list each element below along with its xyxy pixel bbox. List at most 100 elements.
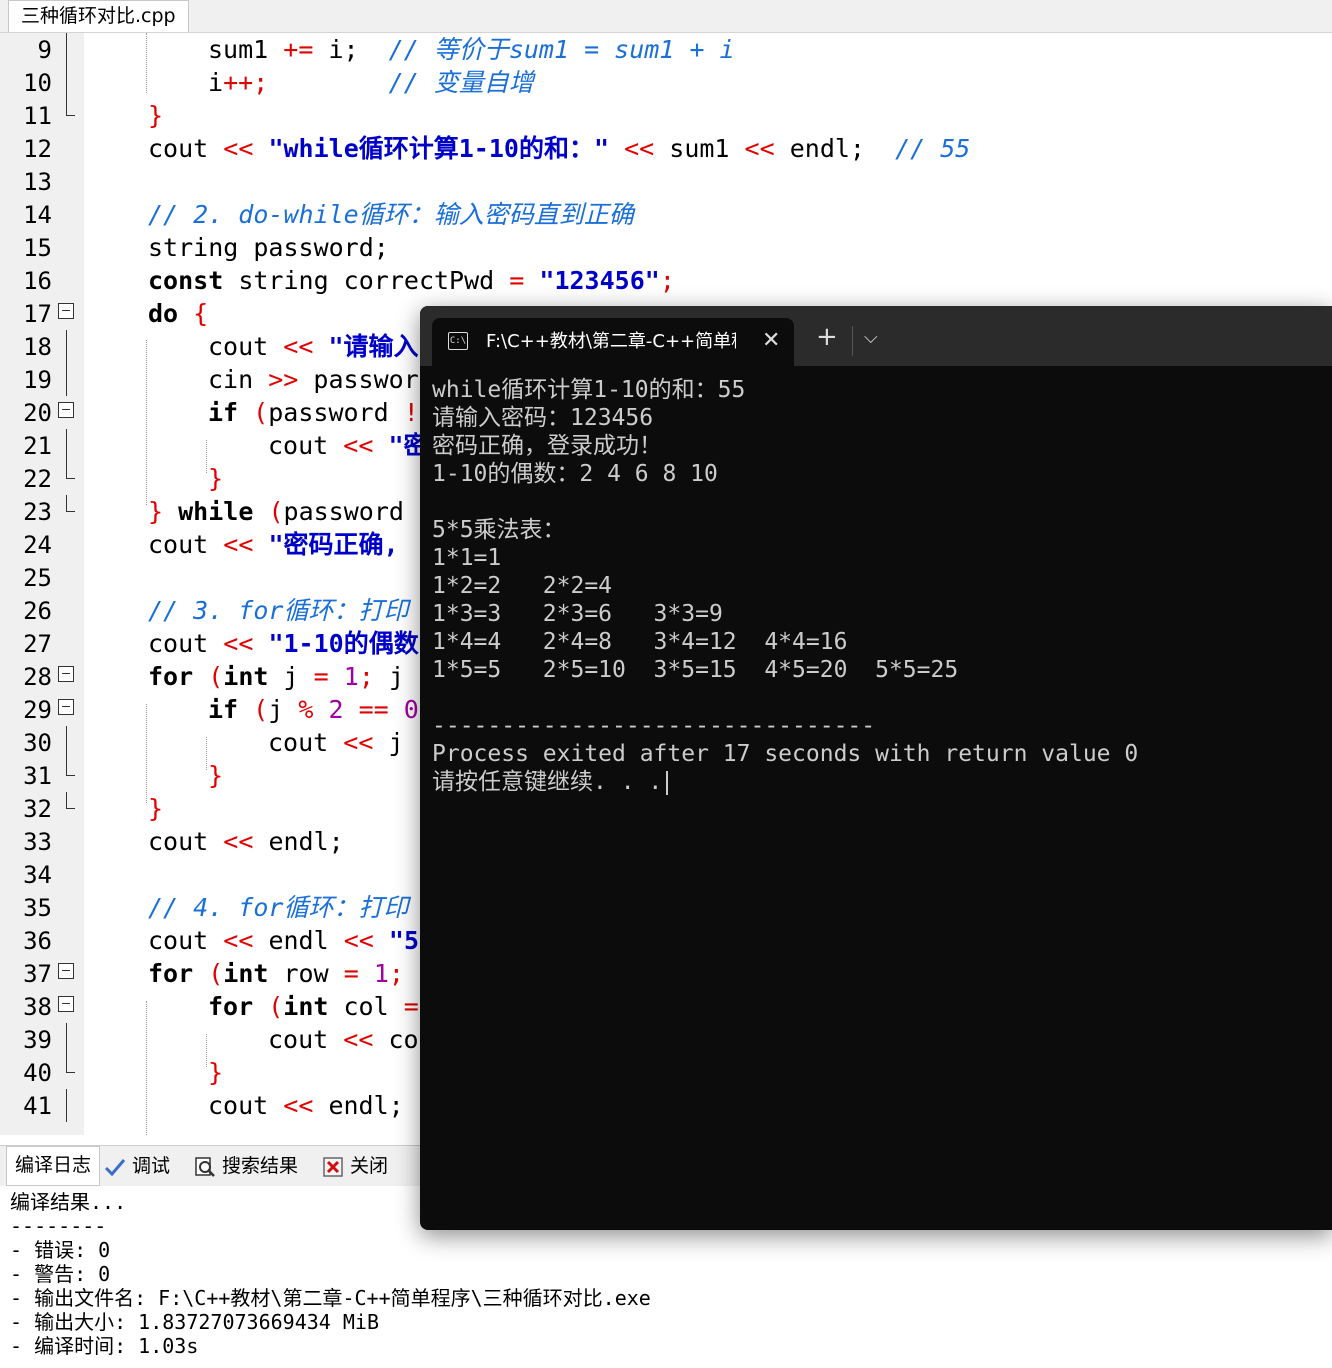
new-tab-icon[interactable]: +: [816, 324, 838, 350]
line-number: 11: [23, 102, 52, 130]
line-number: 39: [23, 1026, 52, 1054]
fold-end-marker: [66, 1056, 75, 1073]
output-line: 1*5=5 2*5=10 3*5=15 4*5=20 5*5=25: [432, 657, 959, 683]
fold-end-marker: [66, 759, 75, 776]
fold-toggle[interactable]: [58, 990, 76, 1023]
line-number: 10: [23, 69, 52, 97]
line-number: 17: [23, 300, 52, 328]
code-line-14: 14 // 2. do-while循环：输入密码直到正确: [0, 198, 1332, 231]
line-number: 25: [23, 564, 52, 592]
line-number: 33: [23, 828, 52, 856]
code-line-13: 13: [0, 165, 1332, 198]
fold-toggle[interactable]: [58, 660, 76, 693]
line-number: 18: [23, 333, 52, 361]
log-line: - 警告: 0: [10, 1262, 111, 1286]
fold-toggle[interactable]: [58, 693, 76, 726]
fold-guide: [66, 33, 67, 66]
line-number: 14: [23, 201, 52, 229]
terminal-tab[interactable]: C:\ F:\C++教材\第二章-C++简单程 ✕: [432, 318, 794, 366]
fold-guide: [66, 363, 67, 396]
fold-guide: [66, 429, 67, 462]
bottom-panel-tabs: 编译日志 调试 搜索结果 关闭: [0, 1145, 420, 1186]
fold-toggle[interactable]: [58, 297, 76, 330]
code-line-16: 16 const string correctPwd = "123456";: [0, 264, 1332, 297]
line-number: 9: [37, 36, 52, 64]
editor-tab-strip: 三种循环对比.cpp: [0, 0, 1332, 33]
log-line: - 编译时间: 1.03s: [10, 1334, 199, 1358]
output-line: Process exited after 17 seconds with ret…: [432, 741, 1139, 767]
fold-guide: [66, 66, 67, 99]
line-number: 29: [23, 696, 52, 724]
terminal-window[interactable]: C:\ F:\C++教材\第二章-C++简单程 ✕ + ⌵ while循环计算1…: [420, 306, 1332, 1230]
line-number: 38: [23, 993, 52, 1021]
line-number: 32: [23, 795, 52, 823]
tab-separator: [852, 326, 853, 356]
tab-debug[interactable]: 调试: [104, 1150, 170, 1182]
line-number: 13: [23, 168, 52, 196]
close-window-icon: [322, 1156, 344, 1178]
close-icon[interactable]: ✕: [762, 328, 780, 354]
line-number: 30: [23, 729, 52, 757]
log-line: - 错误: 0: [10, 1238, 111, 1262]
line-number: 21: [23, 432, 52, 460]
output-line: 1*4=4 2*4=8 3*4=12 4*4=16: [432, 629, 848, 655]
line-number: 22: [23, 465, 52, 493]
output-line: --------------------------------: [432, 713, 876, 739]
code-line-11: 11 }: [0, 99, 1332, 132]
fold-guide: [66, 1089, 67, 1122]
line-number: 37: [23, 960, 52, 988]
fold-guide: [66, 330, 67, 363]
log-line: - 输出大小: 1.83727073669434 MiB: [10, 1310, 379, 1334]
line-number: 28: [23, 663, 52, 691]
line-number: 19: [23, 366, 52, 394]
tab-close[interactable]: 关闭: [322, 1150, 388, 1182]
fold-end-marker: [66, 462, 75, 479]
fold-end-marker: [66, 99, 75, 116]
output-line: 密码正确，登录成功！: [432, 433, 662, 459]
line-number: 23: [23, 498, 52, 526]
fold-guide: [66, 1023, 67, 1056]
line-number: 41: [23, 1092, 52, 1120]
line-number: 27: [23, 630, 52, 658]
file-tab[interactable]: 三种循环对比.cpp: [8, 0, 189, 32]
text-cursor: [666, 770, 669, 795]
terminal-icon: C:\: [448, 332, 468, 350]
chevron-down-icon[interactable]: ⌵: [864, 326, 878, 350]
code-line-10: 10 i++; // 变量自增: [0, 66, 1332, 99]
output-line: 5*5乘法表：: [432, 517, 566, 543]
output-line-prompt: 请按任意键继续. . .: [432, 768, 1138, 796]
output-line: 1*2=2 2*2=4: [432, 573, 613, 599]
terminal-titlebar[interactable]: C:\ F:\C++教材\第二章-C++简单程 ✕ + ⌵: [420, 306, 1332, 366]
line-number: 35: [23, 894, 52, 922]
line-number: 36: [23, 927, 52, 955]
fold-toggle[interactable]: [58, 957, 76, 990]
line-number: 15: [23, 234, 52, 262]
output-line: 1*1=1: [432, 545, 502, 571]
terminal-output[interactable]: while循环计算1-10的和：55 请输入密码：123456 密码正确，登录成…: [432, 376, 1138, 796]
line-number: 24: [23, 531, 52, 559]
code-line-12: 12 cout << "while循环计算1-10的和：" << sum1 <<…: [0, 132, 1332, 165]
tab-search-results[interactable]: 搜索结果: [194, 1150, 298, 1182]
output-line: 请输入密码：123456: [432, 405, 654, 431]
output-line: while循环计算1-10的和：55: [432, 377, 746, 403]
line-number: 12: [23, 135, 52, 163]
fold-toggle[interactable]: [58, 396, 76, 429]
line-number: 20: [23, 399, 52, 427]
fold-end-marker: [66, 495, 75, 512]
output-line: 1-10的偶数：2 4 6 8 10: [432, 461, 718, 487]
log-line: --------: [10, 1214, 107, 1238]
line-number: 31: [23, 762, 52, 790]
line-number: 40: [23, 1059, 52, 1087]
line-number: 26: [23, 597, 52, 625]
code-line-9: 9 sum1 += i; // 等价于sum1 = sum1 + i: [0, 33, 1332, 66]
tab-compile-log[interactable]: 编译日志: [6, 1146, 101, 1186]
code-line-15: 15 string password;: [0, 231, 1332, 264]
line-number: 16: [23, 267, 52, 295]
log-line: - 输出文件名: F:\C++教材\第二章-C++简单程序\三种循环对比.exe: [10, 1286, 651, 1310]
checkmark-icon: [104, 1156, 126, 1178]
fold-end-marker: [66, 792, 75, 809]
line-number: 34: [23, 861, 52, 889]
terminal-tab-title: F:\C++教材\第二章-C++简单程: [486, 331, 736, 352]
